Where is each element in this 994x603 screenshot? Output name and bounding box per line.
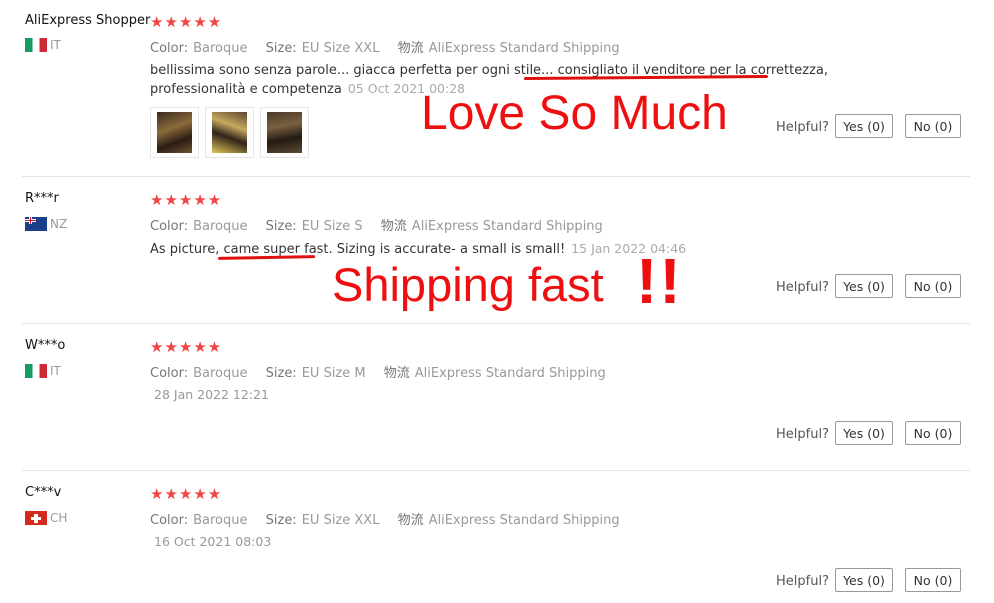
helpful-yes-button[interactable]: Yes (0): [835, 421, 893, 445]
country-code: IT: [50, 38, 61, 52]
color-label: Color:: [150, 366, 189, 381]
shipping-label: 物流: [383, 366, 410, 381]
review-meta: Color: Baroque Size: EU Size M 物流 AliExpres…: [150, 362, 620, 381]
reviewer-name: W***o: [25, 338, 66, 353]
size-label: Size:: [265, 219, 297, 234]
review-photo-thumbnail[interactable]: [150, 107, 199, 158]
shipping-label: 物流: [397, 41, 424, 56]
size-label: Size:: [265, 513, 297, 528]
helpful-label: Helpful?: [776, 120, 829, 135]
annotation-love-so-much: Love So Much: [421, 87, 728, 140]
color-label: Color:: [150, 219, 189, 234]
helpful-yes-button[interactable]: Yes (0): [835, 274, 893, 298]
review-date: 28 Jan 2022 12:21: [154, 387, 269, 402]
size-value: EU Size S: [301, 219, 363, 234]
size-value: EU Size XXL: [301, 513, 380, 528]
annotation-exclamation: !!: [636, 245, 683, 317]
shipping-value: AliExpress Standard Shipping: [414, 366, 606, 381]
review-meta: Color: Baroque Size: EU Size S 物流 AliExpres…: [150, 215, 617, 234]
reviewer-name: R***r: [25, 191, 59, 206]
color-value: Baroque: [193, 366, 248, 381]
reviewer-name: AliExpress Shopper: [25, 13, 151, 28]
shipping-label: 物流: [380, 219, 407, 234]
italy-flag-icon: [25, 38, 47, 52]
star-rating: ★★★★★: [150, 13, 223, 31]
review-meta: Color: Baroque Size: EU Size XXL 物流 AliExpr…: [150, 37, 634, 56]
reviewer-name: C***v: [25, 485, 62, 500]
color-value: Baroque: [193, 41, 248, 56]
star-rating: ★★★★★: [150, 191, 223, 209]
country-code: NZ: [50, 217, 68, 231]
color-value: Baroque: [193, 219, 248, 234]
review-divider: [22, 470, 970, 471]
review-photos: [150, 107, 309, 158]
reviewer-country: IT: [25, 364, 61, 378]
helpful-no-button[interactable]: No (0): [905, 421, 961, 445]
review-text-part: . Sizing is accurate- a small is small!: [328, 242, 566, 257]
shipping-value: AliExpress Standard Shipping: [428, 41, 620, 56]
size-label: Size:: [265, 41, 297, 56]
review-divider: [22, 176, 970, 177]
new-zealand-flag-icon: [25, 217, 47, 231]
size-value: EU Size XXL: [301, 41, 380, 56]
annotation-shipping-fast: Shipping fast: [332, 258, 604, 311]
helpful-yes-button[interactable]: Yes (0): [835, 568, 893, 592]
helpful-label: Helpful?: [776, 574, 829, 589]
shipping-value: AliExpress Standard Shipping: [411, 219, 603, 234]
italy-flag-icon: [25, 364, 47, 378]
size-value: EU Size M: [301, 366, 366, 381]
size-label: Size:: [265, 366, 297, 381]
color-label: Color:: [150, 41, 189, 56]
reviewer-country: CH: [25, 511, 67, 525]
helpful-label: Helpful?: [776, 280, 829, 295]
reviewer-country: IT: [25, 38, 61, 52]
review-date: 16 Oct 2021 08:03: [154, 534, 272, 549]
color-value: Baroque: [193, 513, 248, 528]
country-code: CH: [50, 511, 68, 525]
review-photo-thumbnail[interactable]: [260, 107, 309, 158]
shipping-value: AliExpress Standard Shipping: [428, 513, 620, 528]
helpful-label: Helpful?: [776, 427, 829, 442]
switzerland-flag-icon: [25, 511, 47, 525]
review-divider: [22, 323, 970, 324]
shipping-label: 物流: [397, 513, 424, 528]
helpful-no-button[interactable]: No (0): [905, 568, 961, 592]
star-rating: ★★★★★: [150, 338, 223, 356]
helpful-no-button[interactable]: No (0): [905, 114, 961, 138]
country-code: IT: [50, 364, 61, 378]
color-label: Color:: [150, 513, 189, 528]
review-meta: Color: Baroque Size: EU Size XXL 物流 AliExpr…: [150, 509, 634, 528]
review-text-part: As picture,: [150, 242, 224, 257]
reviewer-country: NZ: [25, 217, 67, 231]
annotation-underline: [217, 255, 316, 260]
helpful-no-button[interactable]: No (0): [905, 274, 961, 298]
review-photo-thumbnail[interactable]: [205, 107, 254, 158]
helpful-yes-button[interactable]: Yes (0): [835, 114, 893, 138]
review-text-part: bellissima sono senza parole... giacca p…: [150, 63, 558, 78]
star-rating: ★★★★★: [150, 485, 223, 503]
